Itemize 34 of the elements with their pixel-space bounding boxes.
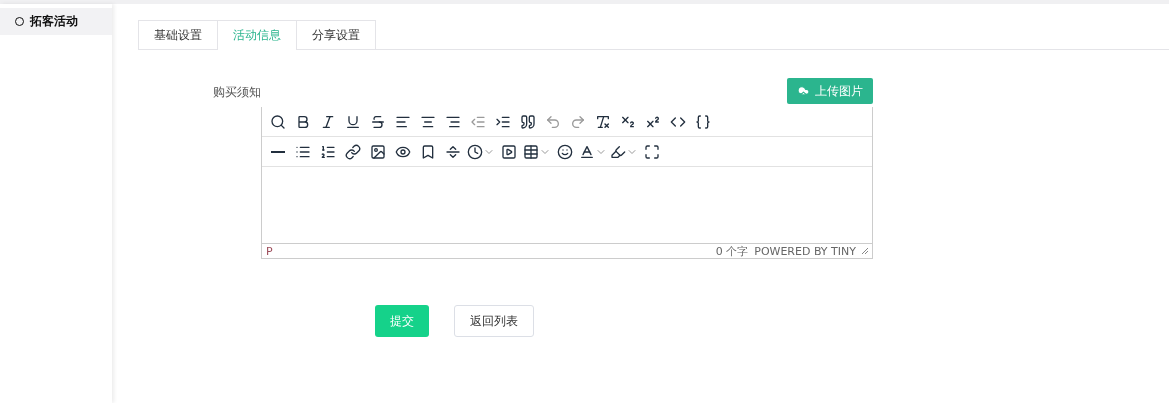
table-icon (523, 143, 539, 160)
fullscreen-icon (644, 143, 660, 160)
quote-icon (520, 113, 536, 130)
italic-icon (320, 113, 336, 130)
tab[interactable]: 分享设置 (296, 20, 376, 49)
word-count: 0 个字 (715, 243, 749, 259)
strikethrough-icon (370, 113, 386, 130)
field-label: 购买须知 (212, 84, 261, 101)
rule-icon (271, 150, 285, 153)
cloud-upload-icon (797, 84, 810, 98)
back-button[interactable]: 返回列表 (454, 305, 534, 337)
emoji-icon (557, 143, 573, 160)
text-color-icon (579, 143, 595, 160)
image-icon (370, 143, 386, 160)
sidebar-item[interactable]: 拓客活动 (0, 8, 112, 35)
clear-format-icon (595, 113, 611, 130)
search-icon (270, 113, 286, 130)
bookmark-icon (420, 143, 436, 160)
number-list-icon (320, 143, 336, 160)
undo-icon (545, 113, 561, 130)
link-icon (345, 143, 361, 160)
underline-icon (345, 113, 361, 130)
bold-icon (295, 113, 311, 130)
element-path: P (266, 244, 274, 258)
sidebar-item-label: 拓客活动 (30, 13, 78, 30)
resize-handle-icon[interactable] (862, 248, 868, 254)
branding-link[interactable]: POWERED BY TINY (754, 244, 856, 258)
media-icon (501, 143, 517, 160)
clock-icon (467, 143, 483, 160)
page-break-icon (445, 143, 461, 160)
braces-icon (695, 113, 711, 130)
highlight-icon (610, 143, 626, 160)
tab[interactable]: 基础设置 (138, 20, 218, 49)
redo-icon (570, 113, 586, 130)
